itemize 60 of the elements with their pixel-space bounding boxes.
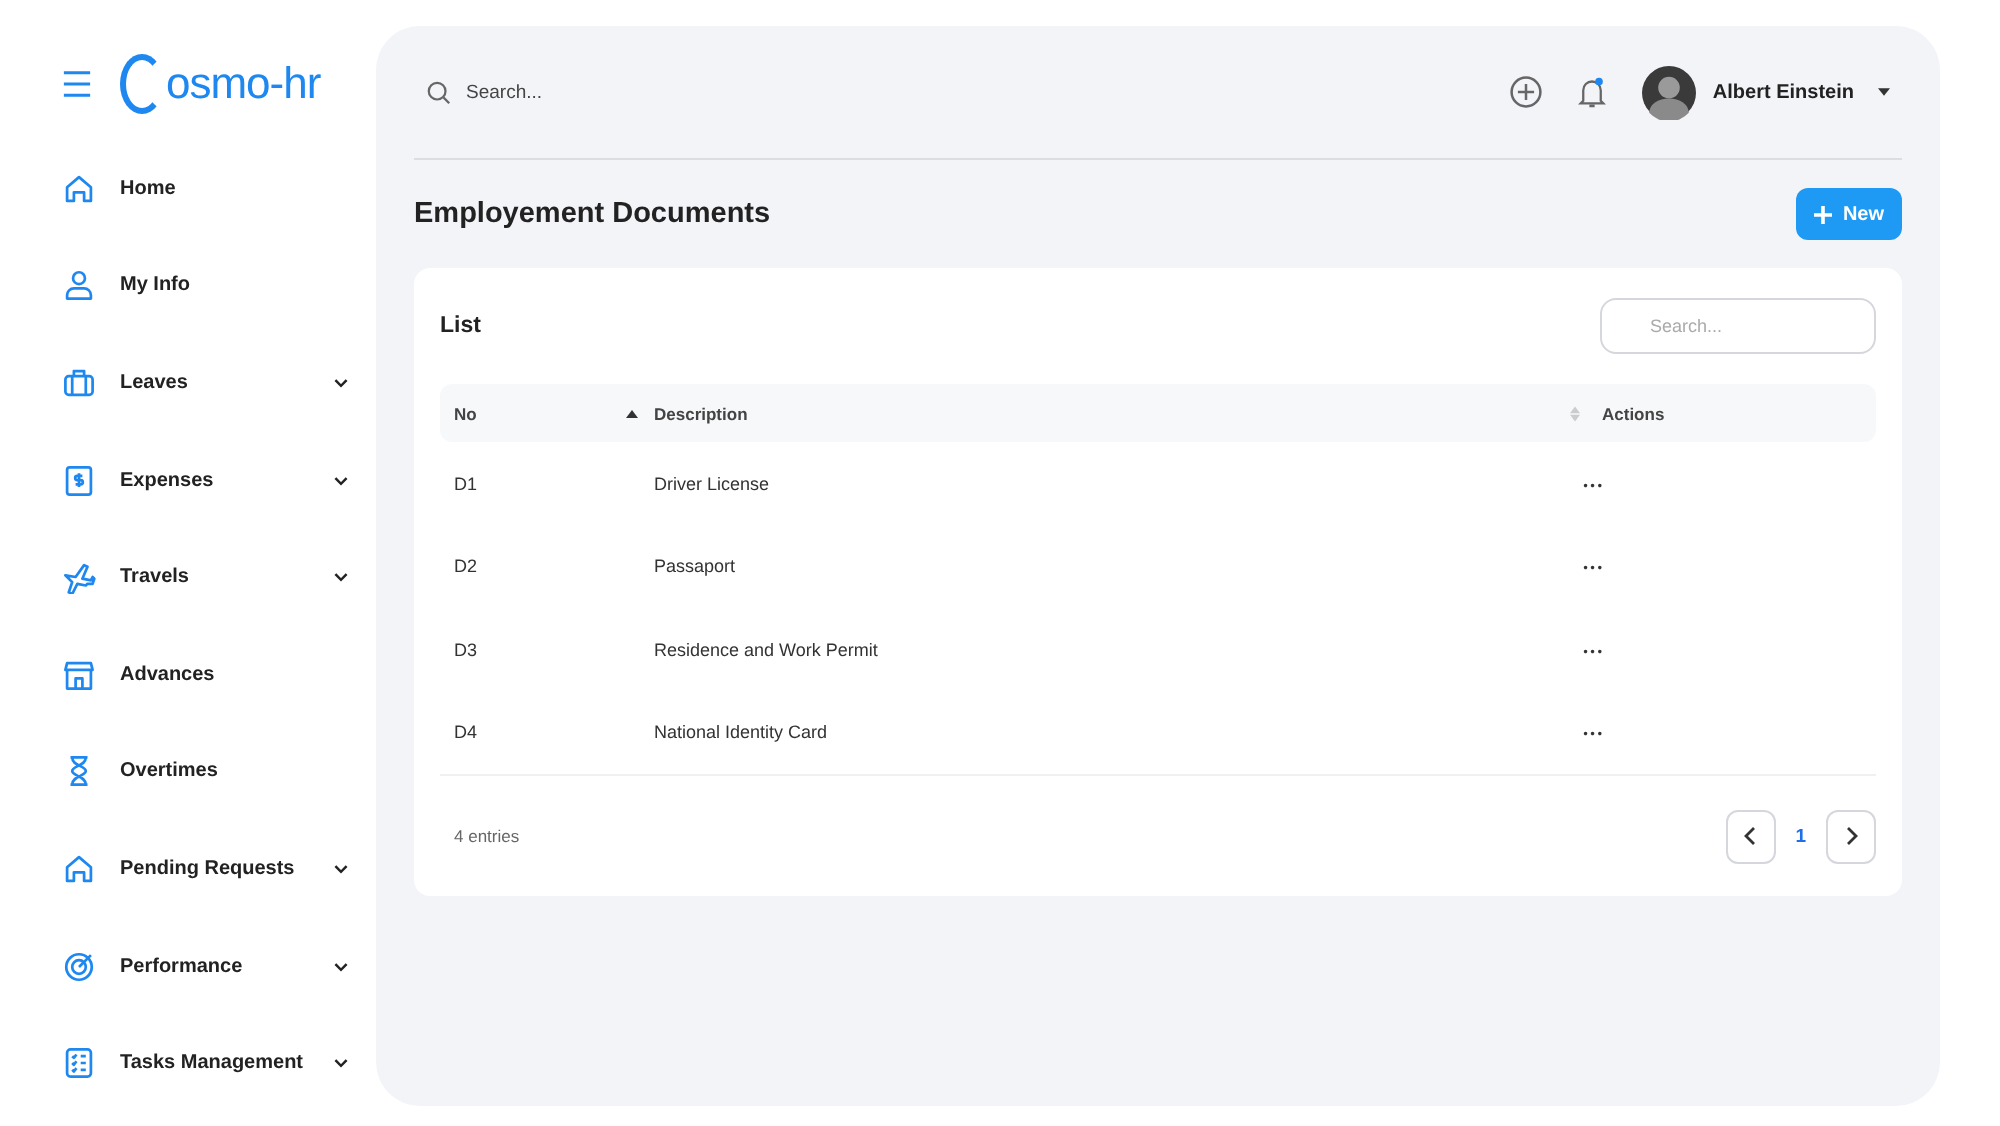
entries-count: 4 entries (454, 826, 520, 846)
sidebar-item[interactable]: Expenses (0, 431, 376, 529)
sidebar-item[interactable]: Travels (0, 528, 376, 626)
plus-icon (1814, 205, 1833, 223)
chevron-right-icon (1845, 826, 1857, 846)
search-field[interactable]: Search... (1600, 298, 1876, 354)
page-title: Employement Documents (414, 198, 771, 230)
column-header[interactable]: Actions (1602, 403, 1665, 423)
table-cell: D2 (454, 556, 478, 577)
table-cell: Passaport (654, 556, 736, 577)
table-cell: Residence and Work Permit (654, 639, 878, 660)
previous-page-button[interactable] (1725, 809, 1776, 863)
sidebar-item[interactable]: Advances (0, 625, 376, 724)
sidebar-item[interactable]: My Info (0, 237, 376, 335)
menu-icon[interactable] (62, 70, 92, 98)
page-number[interactable]: 1 (1795, 825, 1806, 847)
sidebar-item[interactable]: Leaves (0, 334, 376, 432)
checklist-icon (62, 1046, 96, 1081)
home-icon (62, 851, 96, 886)
logo: osmo-hr (120, 54, 321, 114)
caret-icon[interactable] (1878, 88, 1890, 96)
sidebar-item[interactable]: Pending Requests (0, 820, 376, 918)
sidebar-item-label: Pending Requests (120, 857, 297, 880)
search-icon (426, 79, 452, 105)
table-cell: National Identity Card (654, 722, 828, 743)
dollar-book-icon (62, 463, 96, 498)
sidebar-item-label: Performance (120, 955, 245, 978)
next-page-button[interactable] (1826, 809, 1876, 863)
table-cell: D3 (454, 639, 478, 660)
user-name[interactable]: Albert Einstein (1712, 81, 1854, 103)
sidebar-item-label: Tasks Management (120, 1052, 306, 1075)
sidebar-item-label: My Info (120, 274, 192, 297)
store-icon (62, 657, 96, 692)
sidebar-item[interactable]: Tasks Management (0, 1014, 376, 1112)
sidebar-item-label: Advances (120, 663, 217, 686)
person-icon (62, 268, 96, 303)
table-cell: D4 (454, 722, 478, 743)
search-field[interactable]: Search... (462, 79, 790, 105)
sidebar-item-label: Expenses (120, 469, 216, 492)
table-cell: Driver License (654, 473, 770, 494)
sidebar-item[interactable]: Home (0, 140, 376, 238)
target-icon (62, 949, 96, 984)
home-icon (62, 171, 96, 206)
column-header[interactable]: Description (654, 403, 748, 423)
column-header[interactable]: No (454, 403, 477, 423)
sidebar-item-label: Travels (120, 566, 191, 589)
sort-up-icon[interactable] (626, 407, 638, 419)
briefcase-icon (62, 365, 96, 400)
table-cell: D1 (454, 473, 478, 494)
sidebar-item[interactable]: Performance (0, 917, 376, 1015)
sidebar-item[interactable]: Overtimes (0, 723, 376, 821)
airplane-icon (62, 560, 96, 595)
avatar[interactable] (1642, 65, 1697, 119)
sidebar-item-label: Overtimes (120, 760, 220, 783)
sidebar-item-label: Home (120, 177, 178, 200)
card-title: List (440, 314, 481, 338)
sidebar-item-label: Leaves (120, 371, 190, 394)
chevron-left-icon (1744, 826, 1757, 846)
bell-icon[interactable] (1578, 74, 1607, 110)
add-icon[interactable] (1508, 74, 1545, 110)
